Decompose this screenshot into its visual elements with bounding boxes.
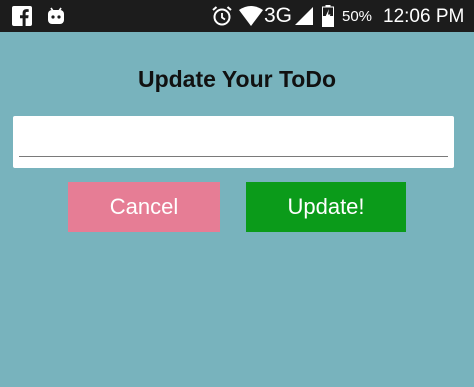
wifi-icon (239, 6, 263, 31)
cancel-button[interactable]: Cancel (68, 182, 220, 232)
update-button[interactable]: Update! (246, 182, 406, 232)
facebook-icon (12, 6, 32, 31)
input-underline (19, 156, 448, 157)
android-notification-icon (46, 6, 66, 31)
alarm-icon (211, 5, 233, 32)
battery-charging-icon (322, 5, 334, 32)
status-bar: 3G 50% 12:06 PM (0, 0, 474, 32)
clock-time: 12:06 PM (383, 6, 465, 27)
battery-percent-label: 50% (342, 8, 373, 25)
app-screen: 3G 50% 12:06 PM Update Your ToDo Cancel … (0, 0, 474, 387)
cell-signal-icon (295, 7, 313, 30)
todo-input-container (13, 116, 454, 168)
todo-text-input[interactable] (19, 120, 448, 158)
page-title: Update Your ToDo (137, 66, 337, 92)
network-type-label: 3G (264, 4, 293, 27)
